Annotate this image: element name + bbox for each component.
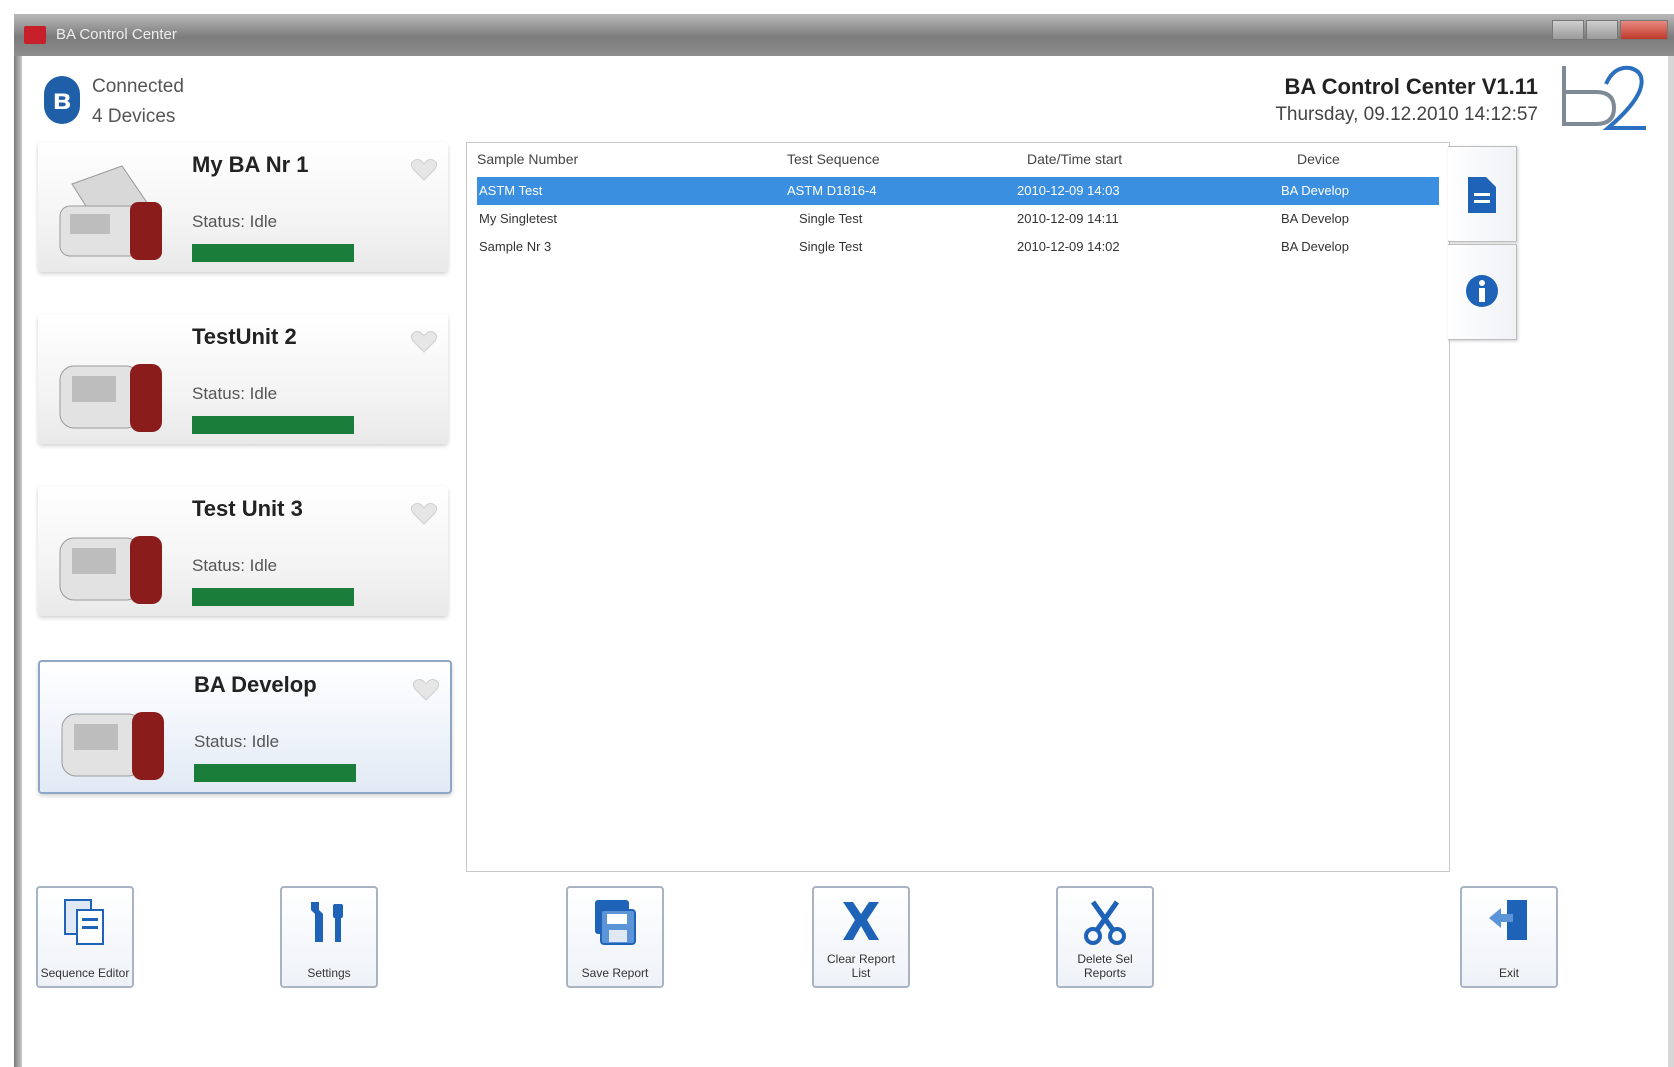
device-image [59,536,162,604]
delete-sel-reports-button[interactable]: Delete Sel Reports [1056,886,1154,988]
device-image [59,364,162,432]
device-status: Status: Idle [194,732,280,751]
title-bar[interactable]: BA Control Center [14,14,1674,56]
table-row[interactable]: ASTM Test ASTM D1816-4 2010-12-09 14:03 … [477,177,1439,205]
connection-status: Connected [92,76,184,97]
device-card-my-ba-nr-1[interactable]: My BA Nr 1 Status: Idle [38,142,448,272]
cell-test-sequence: Single Test [799,239,863,254]
info-button[interactable] [1448,244,1517,340]
favorite-heart-icon[interactable] [410,158,438,182]
settings-label: Settings [307,966,351,980]
exit-label: Exit [1498,966,1519,980]
cell-sample-number: ASTM Test [479,183,543,198]
status-progress-bar [192,416,354,434]
save-report-label: Save Report [581,966,649,980]
favorite-heart-icon[interactable] [410,502,438,526]
maximize-button[interactable] [1586,20,1618,40]
settings-tools-icon [311,902,343,942]
report-list[interactable]: Sample Number Test Sequence Date/Time st… [466,142,1450,872]
column-header-device[interactable]: Device [1297,151,1340,167]
exit-door-icon [1489,900,1527,940]
status-progress-bar [192,588,354,606]
device-image [59,165,162,260]
cell-test-sequence: Single Test [799,211,863,226]
device-name: My BA Nr 1 [192,152,309,177]
settings-button[interactable]: Settings [280,886,378,988]
cell-device: BA Develop [1281,211,1349,226]
clear-x-icon [843,902,879,940]
table-header: Sample Number Test Sequence Date/Time st… [477,151,1439,173]
window-frame-left [14,56,22,1067]
cell-date-time-start: 2010-12-09 14:02 [1017,239,1120,254]
exit-button[interactable]: Exit [1460,886,1558,988]
window-controls [1552,20,1668,40]
sequence-editor-button[interactable]: Sequence Editor [36,886,134,988]
report-icon [1468,177,1496,213]
sequence-editor-icon [64,899,104,945]
device-card-testunit-2[interactable]: TestUnit 2 Status: Idle [38,314,448,444]
bluetooth-icon: ʙ [44,76,80,124]
cell-date-time-start: 2010-12-09 14:11 [1017,211,1119,226]
device-status: Status: Idle [192,212,278,231]
column-header-test-sequence[interactable]: Test Sequence [787,151,880,167]
view-report-button[interactable] [1448,146,1517,242]
minimize-button[interactable] [1552,20,1584,40]
save-floppy-icon [595,900,636,945]
device-name: Test Unit 3 [192,496,303,521]
device-name: BA Develop [194,672,317,697]
delete-scissors-icon [1084,900,1126,945]
cell-device: BA Develop [1281,183,1349,198]
cell-sample-number: Sample Nr 3 [479,239,552,254]
device-count: 4 Devices [92,106,176,127]
window-title: BA Control Center [56,26,177,43]
sequence-editor-label: Sequence Editor [40,966,130,980]
favorite-heart-icon[interactable] [412,678,440,702]
device-card-ba-develop[interactable]: BA Develop Status: Idle [38,660,452,794]
cell-date-time-start: 2010-12-09 14:03 [1017,183,1120,198]
column-header-sample-number[interactable]: Sample Number [477,151,578,167]
device-image [61,712,164,780]
cell-sample-number: My Singletest [479,211,558,226]
close-button[interactable] [1620,20,1668,40]
device-card-test-unit-3[interactable]: Test Unit 3 Status: Idle [38,486,448,616]
table-row[interactable]: My Singletest Single Test 2010-12-09 14:… [477,205,1439,233]
app-title: BA Control Center V1.11 [1284,74,1538,99]
delete-sel-reports-label: Delete Sel Reports [1077,952,1133,980]
cell-device: BA Develop [1281,239,1349,254]
info-icon [1466,275,1498,307]
client-area: ʙ Connected 4 Devices BA Control Center … [22,56,1668,1067]
current-datetime: Thursday, 09.12.2010 14:12:57 [1275,104,1538,125]
device-name: TestUnit 2 [192,324,297,349]
b2-logo [1562,65,1646,130]
clear-report-list-label: Clear Report List [826,952,896,980]
device-status: Status: Idle [192,384,278,403]
clear-report-list-button[interactable]: Clear Report List [812,886,910,988]
app-icon [24,26,46,44]
status-progress-bar [194,764,356,782]
app-window: BA Control Center ʙ Connected 4 Devices … [0,0,1674,1067]
save-report-button[interactable]: Save Report [566,886,664,988]
window-frame-right [1668,56,1674,1067]
status-progress-bar [192,244,354,262]
table-row[interactable]: Sample Nr 3 Single Test 2010-12-09 14:02… [477,233,1439,261]
cell-test-sequence: ASTM D1816-4 [787,183,877,198]
favorite-heart-icon[interactable] [410,330,438,354]
column-header-date-time-start[interactable]: Date/Time start [1027,151,1122,167]
device-status: Status: Idle [192,556,278,575]
